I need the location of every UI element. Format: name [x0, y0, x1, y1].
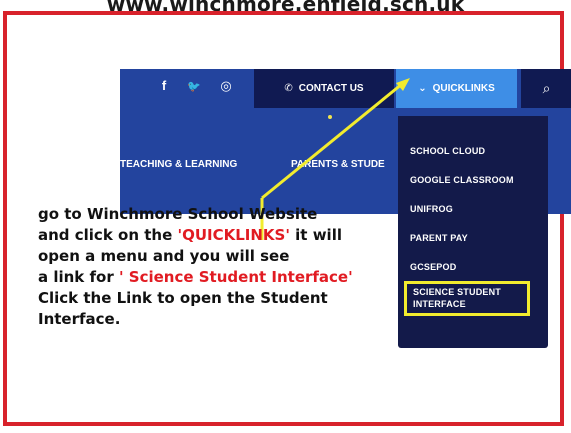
- instruction-line-2: and click on the 'QUICKLINKS' it will: [38, 225, 398, 246]
- instruction-text-span: it will: [289, 226, 342, 244]
- instruction-line-1: go to Winchmore School Website: [38, 205, 318, 223]
- instruction-line-5: Click the Link to open the Student: [38, 289, 328, 307]
- instruction-text-span: a link for: [38, 268, 119, 286]
- instruction-line-4: a link for ' Science Student Interface': [38, 267, 398, 288]
- instruction-text: go to Winchmore School Website and click…: [38, 204, 398, 330]
- instruction-line-3: open a menu and you will see: [38, 247, 290, 265]
- instruction-line-6: Interface.: [38, 310, 121, 328]
- quicklinks-emphasis: 'QUICKLINKS': [177, 226, 290, 244]
- science-interface-emphasis: ' Science Student Interface': [118, 268, 353, 286]
- instruction-text-span: and click on the: [38, 226, 178, 244]
